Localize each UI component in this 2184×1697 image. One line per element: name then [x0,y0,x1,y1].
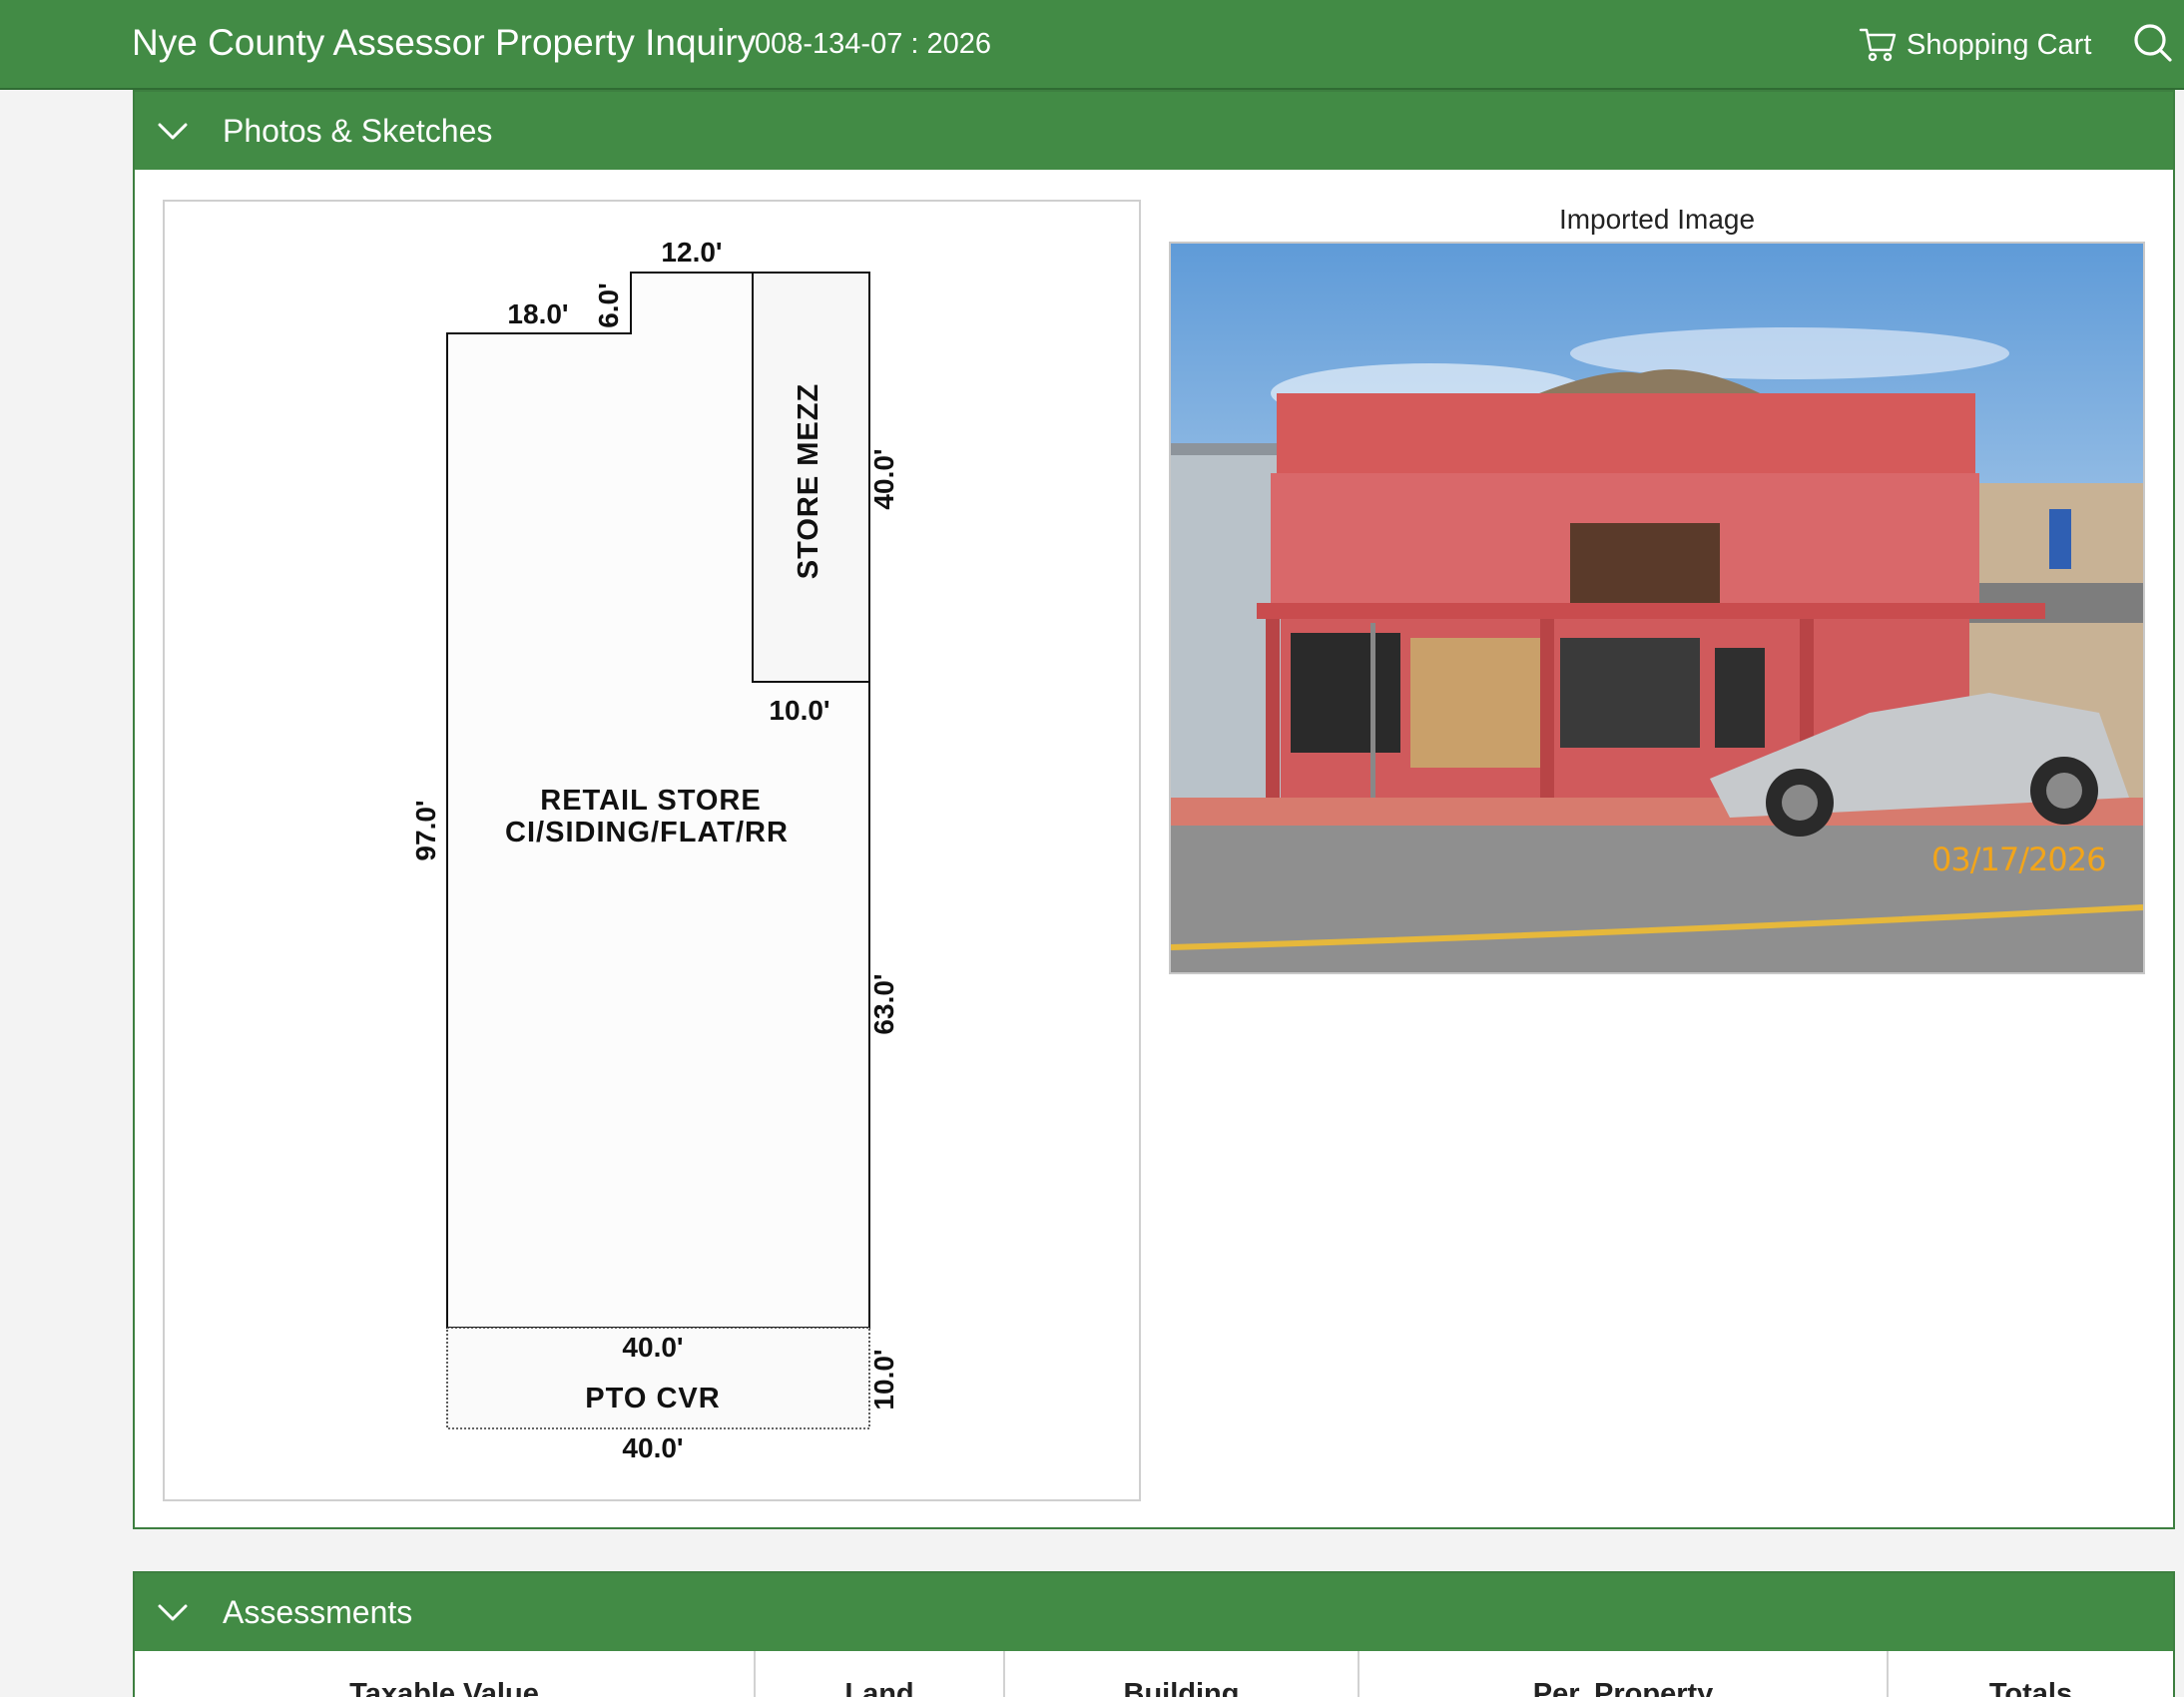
photos-sketches-header[interactable]: Photos & Sketches [135,92,2173,170]
assessments-panel: Assessments Taxable Value Land Building … [133,1571,2175,1697]
dim-top-step-width: 12.0' [661,237,722,268]
column-header-building: Building [1005,1651,1360,1697]
shopping-cart-button[interactable]: Shopping Cart [1859,20,2091,70]
room-label-store-mezz: STORE MEZZ [793,383,824,579]
sketch-drawing: 12.0' 18.0' 6.0' 40.0' 10.0' 97.0' 63.0'… [410,237,899,1463]
search-icon [2134,24,2172,62]
chevron-down-icon [158,123,188,140]
imported-image-caption: Imported Image [1558,204,1756,235]
column-header-totals: Totals [1988,1678,2073,1697]
column-header-taxable-value: Taxable Value [135,1651,756,1697]
app-title: Nye County Assessor Property Inquiry [132,22,757,63]
column-header-land: Land [756,1651,1005,1697]
top-bar: Nye County Assessor Property Inquiry 008… [0,0,2184,90]
dim-mezz-width: 10.0' [769,695,829,726]
panel-title: Assessments [223,1593,413,1630]
room-label-patio-cover: PTO CVR [585,1383,720,1414]
assessments-header[interactable]: Assessments [135,1573,2173,1651]
dim-store-bottom-width: 40.0' [622,1332,683,1363]
assessment-table-header: Taxable Value Land Building Per. Propert… [135,1651,2173,1697]
search-button[interactable] [2132,22,2184,68]
chevron-down-icon [158,1604,188,1621]
building-sketch: 12.0' 18.0' 6.0' 40.0' 10.0' 97.0' 63.0'… [163,200,1141,1501]
photo-date-stamp: 03/17/2026 [1931,841,2106,878]
panel-title: Photos & Sketches [223,112,493,149]
property-photo[interactable]: 03/17/2026 [1169,242,2145,974]
dim-right-lower-height: 63.0' [868,973,899,1034]
dim-step-height: 6.0' [593,283,624,328]
shopping-cart-label: Shopping Cart [1907,28,2092,61]
photos-sketches-panel: Photos & Sketches 12.0' 18.0' 6.0' 40.0'… [133,90,2175,1529]
dim-patio-height: 10.0' [868,1349,899,1410]
dim-patio-bottom-width: 40.0' [622,1432,683,1463]
dim-left-height: 97.0' [410,800,441,860]
parcel-id: 008-134-07 : 2026 [755,28,992,60]
room-label-retail-store: RETAIL STORE [540,785,761,817]
dim-upper-left-width: 18.0' [507,298,568,329]
dim-mezz-height: 40.0' [868,448,899,509]
shopping-cart-icon [1859,28,1897,62]
room-label-retail-construction: CI/SIDING/FLAT/RR [505,817,789,848]
column-header-per-property: Per. Property [1360,1651,1889,1697]
